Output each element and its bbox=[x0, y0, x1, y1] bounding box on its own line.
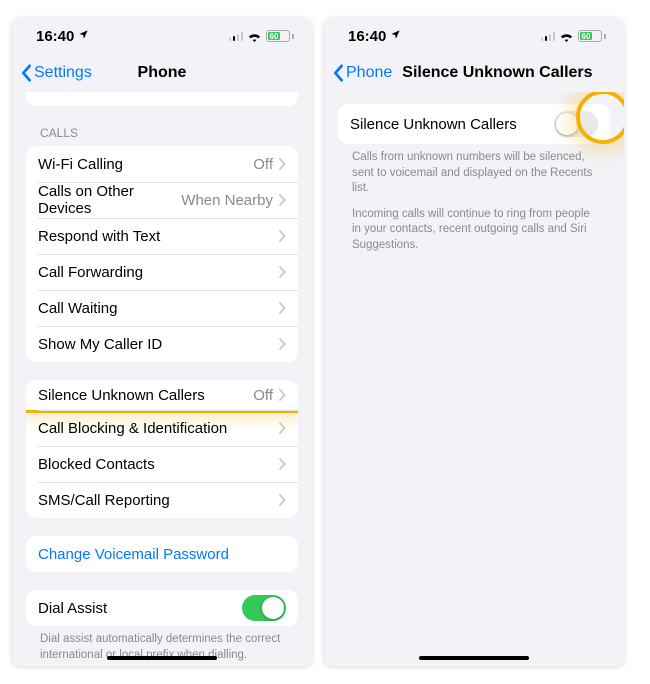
nav-bar: Phone Silence Unknown Callers bbox=[324, 54, 624, 92]
row-value: When Nearby bbox=[181, 192, 273, 209]
signal-icon bbox=[229, 31, 244, 41]
back-label: Settings bbox=[34, 64, 92, 82]
row-label: Wi-Fi Calling bbox=[38, 156, 253, 173]
back-label: Phone bbox=[346, 64, 392, 82]
row-label: Show My Caller ID bbox=[38, 336, 279, 353]
row-label: Change Voicemail Password bbox=[38, 546, 286, 563]
chevron-right-icon bbox=[279, 158, 286, 170]
row-label: Silence Unknown Callers bbox=[350, 116, 554, 133]
home-indicator[interactable] bbox=[107, 656, 217, 660]
page-title: Silence Unknown Callers bbox=[402, 64, 592, 82]
row-label: Silence Unknown Callers bbox=[38, 387, 253, 404]
settings-content: CALLS Wi-Fi Calling Off Calls on Other D… bbox=[12, 92, 312, 666]
dial-assist-group: Dial Assist bbox=[26, 590, 298, 626]
show-caller-id-row[interactable]: Show My Caller ID bbox=[26, 326, 298, 362]
location-icon bbox=[78, 29, 89, 43]
row-label: Call Blocking & Identification bbox=[38, 420, 279, 437]
calls-section-header: CALLS bbox=[26, 114, 298, 146]
row-label: Dial Assist bbox=[38, 600, 242, 617]
row-value: Off bbox=[253, 387, 273, 404]
battery-icon: 60 bbox=[578, 30, 606, 42]
wifi-icon bbox=[247, 31, 262, 42]
silence-unknown-callers-screen: 16:40 60 Phone Silence Unknown Callers bbox=[324, 18, 624, 666]
status-bar: 16:40 60 bbox=[324, 18, 624, 54]
row-label: Blocked Contacts bbox=[38, 456, 279, 473]
status-time: 16:40 bbox=[348, 28, 386, 45]
chevron-right-icon bbox=[279, 266, 286, 278]
chevron-right-icon bbox=[279, 230, 286, 242]
back-button[interactable]: Settings bbox=[20, 64, 92, 82]
partial-row-top bbox=[26, 92, 298, 106]
wifi-calling-row[interactable]: Wi-Fi Calling Off bbox=[26, 146, 298, 182]
row-label: SMS/Call Reporting bbox=[38, 492, 279, 509]
silence-footer-1: Calls from unknown numbers will be silen… bbox=[338, 144, 610, 197]
row-label: Calls on Other Devices bbox=[38, 183, 181, 217]
sms-call-reporting-row[interactable]: SMS/Call Reporting bbox=[26, 482, 298, 518]
row-label: Respond with Text bbox=[38, 228, 279, 245]
silence-group: Silence Unknown Callers Off Call Blockin… bbox=[26, 380, 298, 518]
phone-settings-screen: 16:40 60 Settings Phone CALLS bbox=[12, 18, 312, 666]
silence-unknown-callers-row[interactable]: Silence Unknown Callers Off bbox=[26, 380, 298, 413]
row-label: Call Waiting bbox=[38, 300, 279, 317]
back-button[interactable]: Phone bbox=[332, 64, 392, 82]
blocked-contacts-row[interactable]: Blocked Contacts bbox=[26, 446, 298, 482]
status-time: 16:40 bbox=[36, 28, 74, 45]
chevron-right-icon bbox=[279, 458, 286, 470]
chevron-right-icon bbox=[279, 494, 286, 506]
settings-content: Silence Unknown Callers Calls from unkno… bbox=[324, 92, 624, 666]
dial-assist-row: Dial Assist bbox=[26, 590, 298, 626]
signal-icon bbox=[541, 31, 556, 41]
call-forwarding-row[interactable]: Call Forwarding bbox=[26, 254, 298, 290]
wifi-icon bbox=[559, 31, 574, 42]
silence-unknown-callers-toggle[interactable] bbox=[554, 111, 598, 137]
change-voicemail-password-row[interactable]: Change Voicemail Password bbox=[26, 536, 298, 572]
page-title: Phone bbox=[138, 64, 187, 82]
location-icon bbox=[390, 29, 401, 43]
call-blocking-row[interactable]: Call Blocking & Identification bbox=[26, 410, 298, 446]
status-bar: 16:40 60 bbox=[12, 18, 312, 54]
chevron-right-icon bbox=[279, 302, 286, 314]
silence-toggle-group: Silence Unknown Callers bbox=[338, 104, 610, 144]
calls-other-devices-row[interactable]: Calls on Other Devices When Nearby bbox=[26, 182, 298, 218]
row-label: Call Forwarding bbox=[38, 264, 279, 281]
battery-icon: 60 bbox=[266, 30, 294, 42]
calls-group: Wi-Fi Calling Off Calls on Other Devices… bbox=[26, 146, 298, 362]
silence-footer-2: Incoming calls will continue to ring fro… bbox=[338, 197, 610, 254]
chevron-right-icon bbox=[279, 338, 286, 350]
voicemail-group: Change Voicemail Password bbox=[26, 536, 298, 572]
row-value: Off bbox=[253, 156, 273, 173]
silence-unknown-callers-toggle-row: Silence Unknown Callers bbox=[338, 104, 610, 144]
dial-assist-toggle[interactable] bbox=[242, 595, 286, 621]
respond-with-text-row[interactable]: Respond with Text bbox=[26, 218, 298, 254]
call-waiting-row[interactable]: Call Waiting bbox=[26, 290, 298, 326]
nav-bar: Settings Phone bbox=[12, 54, 312, 92]
home-indicator[interactable] bbox=[419, 656, 529, 660]
chevron-right-icon bbox=[279, 194, 286, 206]
chevron-right-icon bbox=[279, 422, 286, 434]
chevron-right-icon bbox=[279, 389, 286, 401]
